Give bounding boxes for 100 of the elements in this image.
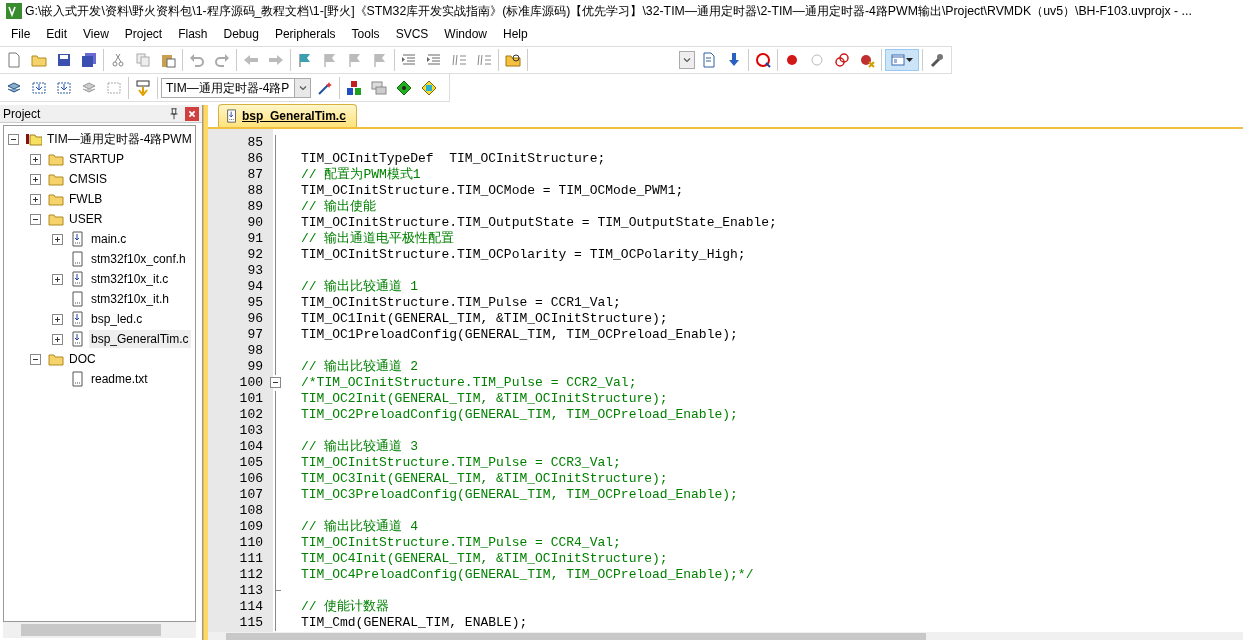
code-line: /*TIM_OCInitStructure.TIM_Pulse = CCR2_Val; — [300, 375, 637, 391]
menu-item[interactable]: SVCS — [387, 23, 437, 45]
tree-item[interactable]: TIM—通用定时器-4路PWM — [45, 130, 194, 148]
find-file-icon — [701, 52, 717, 68]
circles-icon — [834, 52, 850, 68]
collapse-icon[interactable] — [8, 133, 19, 145]
tree-item[interactable]: stm32f10x_conf.h — [89, 250, 188, 268]
redo-icon — [214, 52, 230, 68]
file-icon — [70, 291, 86, 307]
source-file-icon — [70, 331, 86, 347]
target-select[interactable]: TIM—通用定时器-4路P — [161, 77, 311, 98]
down-arrow-icon — [726, 52, 742, 68]
source-file-icon — [70, 271, 86, 287]
code-line: TIM_OCInitStructure.TIM_OutputState = TIM_OutputState_Enable; — [300, 215, 777, 231]
code-line: TIM_OC1PreloadConfig(GENERAL_TIM, TIM_OCPreload_Enable); — [300, 327, 738, 343]
menu-item[interactable]: Flash — [170, 23, 216, 45]
code-line: TIM_OC3PreloadConfig(GENERAL_TIM, TIM_OCPreload_Enable); — [300, 487, 738, 503]
expand-icon[interactable] — [30, 173, 41, 185]
save-all-icon — [81, 52, 97, 68]
folder-search-icon — [505, 52, 521, 68]
flag-icon — [347, 52, 363, 68]
debug-icon — [755, 52, 771, 68]
grid-icon — [106, 79, 122, 96]
menu-item[interactable]: File — [3, 23, 39, 45]
fold-icon[interactable] — [270, 377, 281, 388]
folder-icon — [48, 151, 64, 167]
download-icon — [56, 79, 72, 96]
menu-item[interactable]: Peripherals — [266, 23, 344, 45]
folder-icon — [48, 351, 64, 367]
menu-item[interactable]: Edit — [38, 23, 76, 45]
menu-item[interactable]: Debug — [215, 23, 267, 45]
menu-item[interactable]: Help — [495, 23, 536, 45]
expand-icon[interactable] — [52, 313, 63, 325]
editor-tab[interactable]: bsp_GeneralTim.c — [218, 104, 357, 127]
flag-icon — [372, 52, 388, 68]
empty-circle-icon — [809, 52, 825, 68]
scrollbar[interactable] — [208, 632, 1243, 640]
lines-icon — [476, 52, 492, 68]
flag-icon — [322, 52, 338, 68]
window-button[interactable] — [885, 49, 919, 71]
indent-icon — [426, 52, 442, 68]
tree-item[interactable]: STARTUP — [67, 150, 126, 168]
dropdown-button[interactable] — [679, 51, 695, 69]
file-icon — [6, 52, 22, 68]
flag-icon — [297, 52, 313, 68]
back-arrow-icon — [243, 52, 259, 68]
wrench-icon — [929, 52, 945, 68]
chip-icon — [421, 79, 437, 96]
save-icon — [56, 52, 72, 68]
breakpoint-kill-icon — [859, 52, 875, 68]
tree-item[interactable]: DOC — [67, 350, 98, 368]
undo-icon — [189, 52, 205, 68]
expand-icon[interactable] — [30, 193, 41, 205]
code-line: TIM_OC4Init(GENERAL_TIM, &TIM_OCInitStructure); — [300, 551, 668, 567]
app-icon — [6, 3, 22, 19]
expand-icon[interactable] — [52, 273, 63, 285]
collapse-icon[interactable] — [30, 353, 41, 365]
tree-item[interactable]: FWLB — [67, 190, 105, 208]
diamond-icon — [396, 79, 412, 96]
copy-icon — [135, 52, 151, 68]
file-icon — [70, 251, 86, 267]
source-file-icon — [70, 311, 86, 327]
code-line: TIM_Cmd(GENERAL_TIM, ENABLE); — [300, 615, 528, 631]
tree-item[interactable]: USER — [67, 210, 105, 228]
expand-icon[interactable] — [52, 233, 63, 245]
tree-item[interactable]: bsp_led.c — [89, 310, 145, 328]
load-arrow-icon — [135, 79, 151, 96]
code-line: // 输出比较通道 4 — [300, 519, 418, 535]
file-icon — [70, 371, 86, 387]
indent-icon — [401, 52, 417, 68]
code-line: TIM_OCInitStructure.TIM_OCMode = TIM_OCMode_PWM1; — [300, 183, 684, 199]
tree-item[interactable]: readme.txt — [89, 370, 150, 388]
code-line: TIM_OCInitTypeDef TIM_OCInitStructure; — [300, 151, 606, 167]
collapse-icon[interactable] — [30, 213, 41, 225]
menu-item[interactable]: View — [75, 23, 117, 45]
tree-item[interactable]: main.c — [89, 230, 129, 248]
tree-item[interactable]: CMSIS — [67, 170, 109, 188]
paste-icon — [160, 52, 176, 68]
menu-item[interactable]: Window — [436, 23, 495, 45]
close-icon[interactable] — [185, 106, 199, 121]
menu-item[interactable]: Tools — [343, 23, 388, 45]
folder-icon — [48, 171, 64, 187]
code-line: TIM_OC2PreloadConfig(GENERAL_TIM, TIM_OCPreload_Enable); — [300, 407, 738, 423]
code-line: // 输出比较通道 2 — [300, 359, 418, 375]
tree-item[interactable]: stm32f10x_it.c — [89, 270, 171, 288]
menu-item[interactable]: Project — [116, 23, 171, 45]
code-line: // 输出比较通道 1 — [300, 279, 418, 295]
source-file-icon — [225, 109, 239, 123]
project-icon — [26, 131, 42, 147]
code-line: TIM_OC1Init(GENERAL_TIM, &TIM_OCInitStructure); — [300, 311, 668, 327]
code-line: // 使能计数器 — [300, 599, 390, 615]
folder-icon — [48, 211, 64, 227]
expand-icon[interactable] — [30, 153, 41, 165]
tree-item[interactable]: stm32f10x_it.h — [89, 290, 172, 308]
caret-icon — [906, 56, 914, 64]
forward-arrow-icon — [268, 52, 284, 68]
scrollbar[interactable] — [3, 622, 196, 638]
panel-title: Project — [3, 105, 42, 123]
expand-icon[interactable] — [52, 333, 63, 345]
tree-item[interactable]: bsp_GeneralTim.c — [89, 330, 191, 348]
